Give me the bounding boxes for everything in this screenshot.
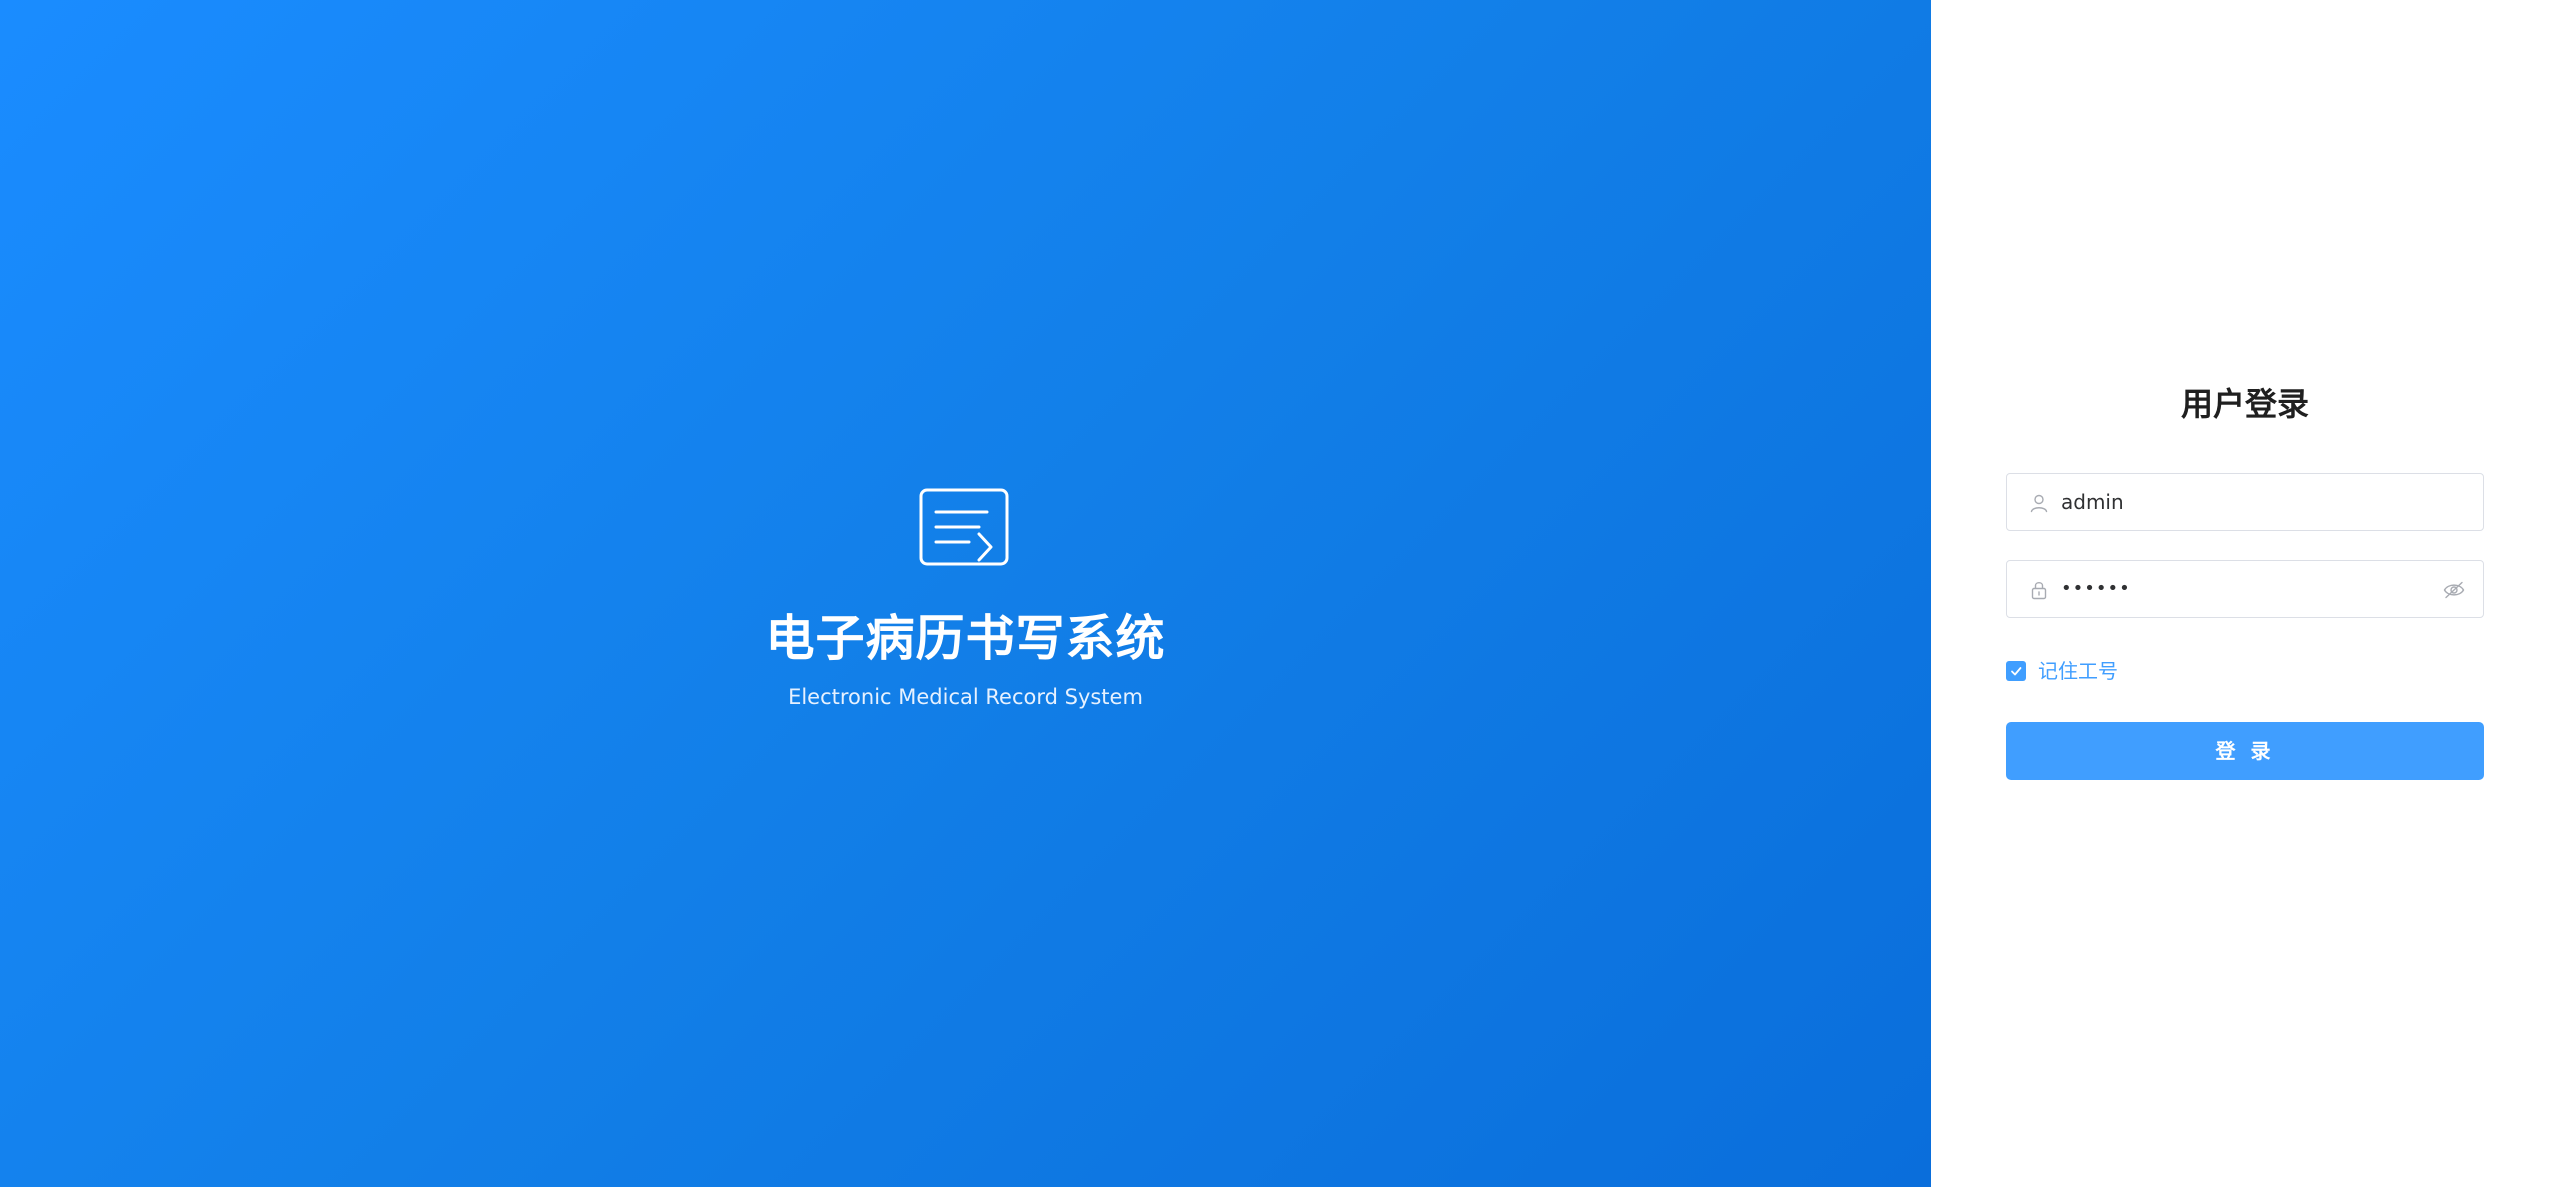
login-page: 电子病历书写系统 Electronic Medical Record Syste… (0, 0, 2559, 1187)
login-button[interactable]: 登 录 (2006, 722, 2484, 780)
password-value[interactable]: •••••• (2061, 561, 2131, 617)
hero-panel: 电子病历书写系统 Electronic Medical Record Syste… (0, 0, 1931, 1187)
user-icon (2030, 494, 2048, 513)
remember-checkbox[interactable] (2006, 661, 2026, 681)
username-field[interactable]: admin (2006, 473, 2484, 531)
system-subtitle: Electronic Medical Record System (788, 685, 1143, 709)
system-title: 电子病历书写系统 (765, 610, 1166, 667)
login-panel: 用户登录 admin •••••• 记住工号 登 录 (1931, 0, 2559, 1187)
remember-id-option[interactable]: 记住工号 (2006, 655, 2118, 687)
login-title: 用户登录 (2180, 385, 2309, 423)
remember-label[interactable]: 记住工号 (2038, 655, 2118, 687)
lock-icon (2031, 582, 2047, 600)
eye-hidden-icon[interactable] (2443, 580, 2465, 600)
password-field[interactable]: •••••• (2006, 560, 2484, 618)
username-value[interactable]: admin (2061, 474, 2124, 530)
check-icon (2011, 667, 2022, 676)
document-edit-icon (919, 488, 1009, 566)
